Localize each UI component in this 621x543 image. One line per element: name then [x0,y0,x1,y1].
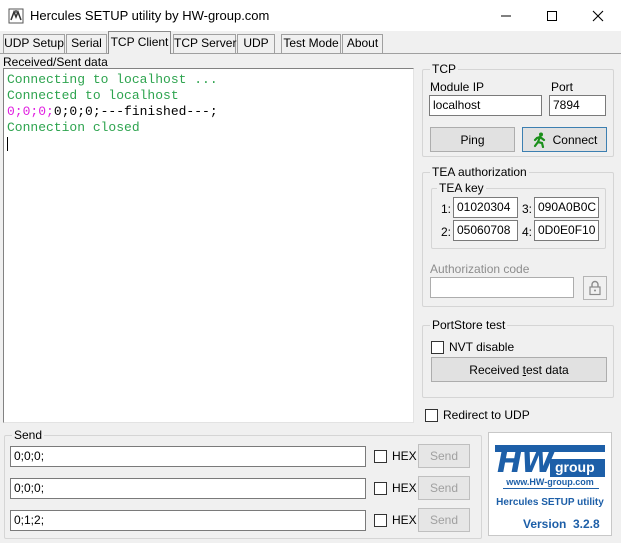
log-sent-data: 0;0;0; [7,104,54,119]
brand-hw: HW [497,445,554,480]
tea-key-3-label: 3: [522,202,533,216]
nvt-disable-checkbox[interactable] [431,341,444,354]
send-input-2[interactable]: 0;0;0; [10,478,366,499]
tab-strip-border [0,53,621,54]
logo-url: www.HW-group.com [506,477,594,487]
hex-checkbox-2[interactable] [374,482,387,495]
hex-checkbox-3[interactable] [374,514,387,527]
port-label: Port [551,80,574,94]
tab-udp-setup[interactable]: UDP Setup [3,34,65,53]
brand-group: group [555,459,595,475]
nvt-disable-label: NVT disable [449,340,515,354]
window-title: Hercules SETUP utility by HW-group.com [30,8,270,23]
log-line: Connecting to localhost ... [7,72,218,87]
redirect-to-udp-label: Redirect to UDP [443,408,530,422]
send-button-label: Send [429,481,459,495]
tea-key-3-input[interactable]: 090A0B0C [534,197,599,218]
ping-button[interactable]: Ping [430,127,515,152]
received-test-label-part: est data [526,362,569,377]
send-input-1[interactable]: 0;0;0; [10,446,366,467]
log-line: Connected to localhost [7,88,179,103]
portstore-test-title: PortStore test [430,318,508,332]
ping-button-label: Ping [460,132,485,147]
module-ip-input[interactable]: localhost [429,95,542,116]
tab-tcp-client[interactable]: TCP Client [108,31,171,54]
tea-key-4-label: 4: [522,225,533,239]
close-icon [592,10,604,21]
tea-authorization-title: TEA authorization [430,165,529,179]
tea-key-title: TEA key [437,181,486,195]
tab-about[interactable]: About [342,34,383,53]
tea-key-2-label: 2: [441,225,452,239]
received-data-textarea[interactable]: Connecting to localhost ... Connected to… [3,68,414,423]
authorization-code-label: Authorization code [430,262,530,276]
tea-key-1-input[interactable]: 01020304 [453,197,518,218]
hw-group-logo: HW group www.HW-group.com Hercules SETUP… [488,432,612,536]
hex-checkbox-1[interactable] [374,450,387,463]
lock-button[interactable] [583,276,607,300]
send-group-title: Send [12,428,45,442]
send-input-3[interactable]: 0;1;2; [10,510,366,531]
hex-label-1: HEX [392,449,417,463]
hex-label-2: HEX [392,481,417,495]
maximize-button[interactable] [529,0,575,31]
received-test-label-part: Received [469,362,523,377]
received-test-data-button[interactable]: Received test data [431,357,607,382]
padlock-icon [589,280,601,296]
minimize-button[interactable] [483,0,529,31]
received-data-label: Received/Sent data [3,55,108,69]
log-line: 0;0;0;0;0;0;---finished---; [7,104,413,120]
module-ip-label: Module IP [430,80,485,94]
send-button-2[interactable]: Send [418,476,470,500]
received-test-data-label: Received test data [469,363,568,377]
close-button[interactable] [575,0,621,31]
text-caret [7,137,8,151]
log-received-data: 0;0;0;---finished---; [53,104,218,119]
connect-button-label: Connect [552,132,598,147]
tab-udp[interactable]: UDP [237,34,275,53]
send-button-label: Send [429,513,459,527]
port-input[interactable]: 7894 [549,95,606,116]
logo-divider [503,488,599,489]
running-man-icon [533,132,545,148]
redirect-to-udp-checkbox[interactable] [425,409,438,422]
hercules-app-icon [8,8,24,24]
logo-version-label: Version [523,517,567,531]
hw-group-brand: HW group [495,441,605,481]
send-button-label: Send [429,449,459,463]
tea-key-4-input[interactable]: 0D0E0F10 [534,220,599,241]
tea-key-1-label: 1: [441,202,452,216]
logo-version: 3.2.8 [573,517,600,531]
tab-serial[interactable]: Serial [66,34,107,53]
maximize-icon [547,10,557,21]
logo-product: Hercules SETUP utility [496,497,604,508]
hex-label-3: HEX [392,513,417,527]
log-line: Connection closed [7,120,140,135]
connect-button[interactable]: Connect [522,127,607,152]
send-button-3[interactable]: Send [418,508,470,532]
send-button-1[interactable]: Send [418,444,470,468]
tab-tcp-server[interactable]: TCP Server [173,34,236,53]
minimize-icon [501,15,511,16]
tcp-group-title: TCP [430,62,458,76]
tab-test-mode[interactable]: Test Mode [281,34,341,53]
tea-key-2-input[interactable]: 05060708 [453,220,518,241]
authorization-code-input[interactable] [430,277,574,298]
